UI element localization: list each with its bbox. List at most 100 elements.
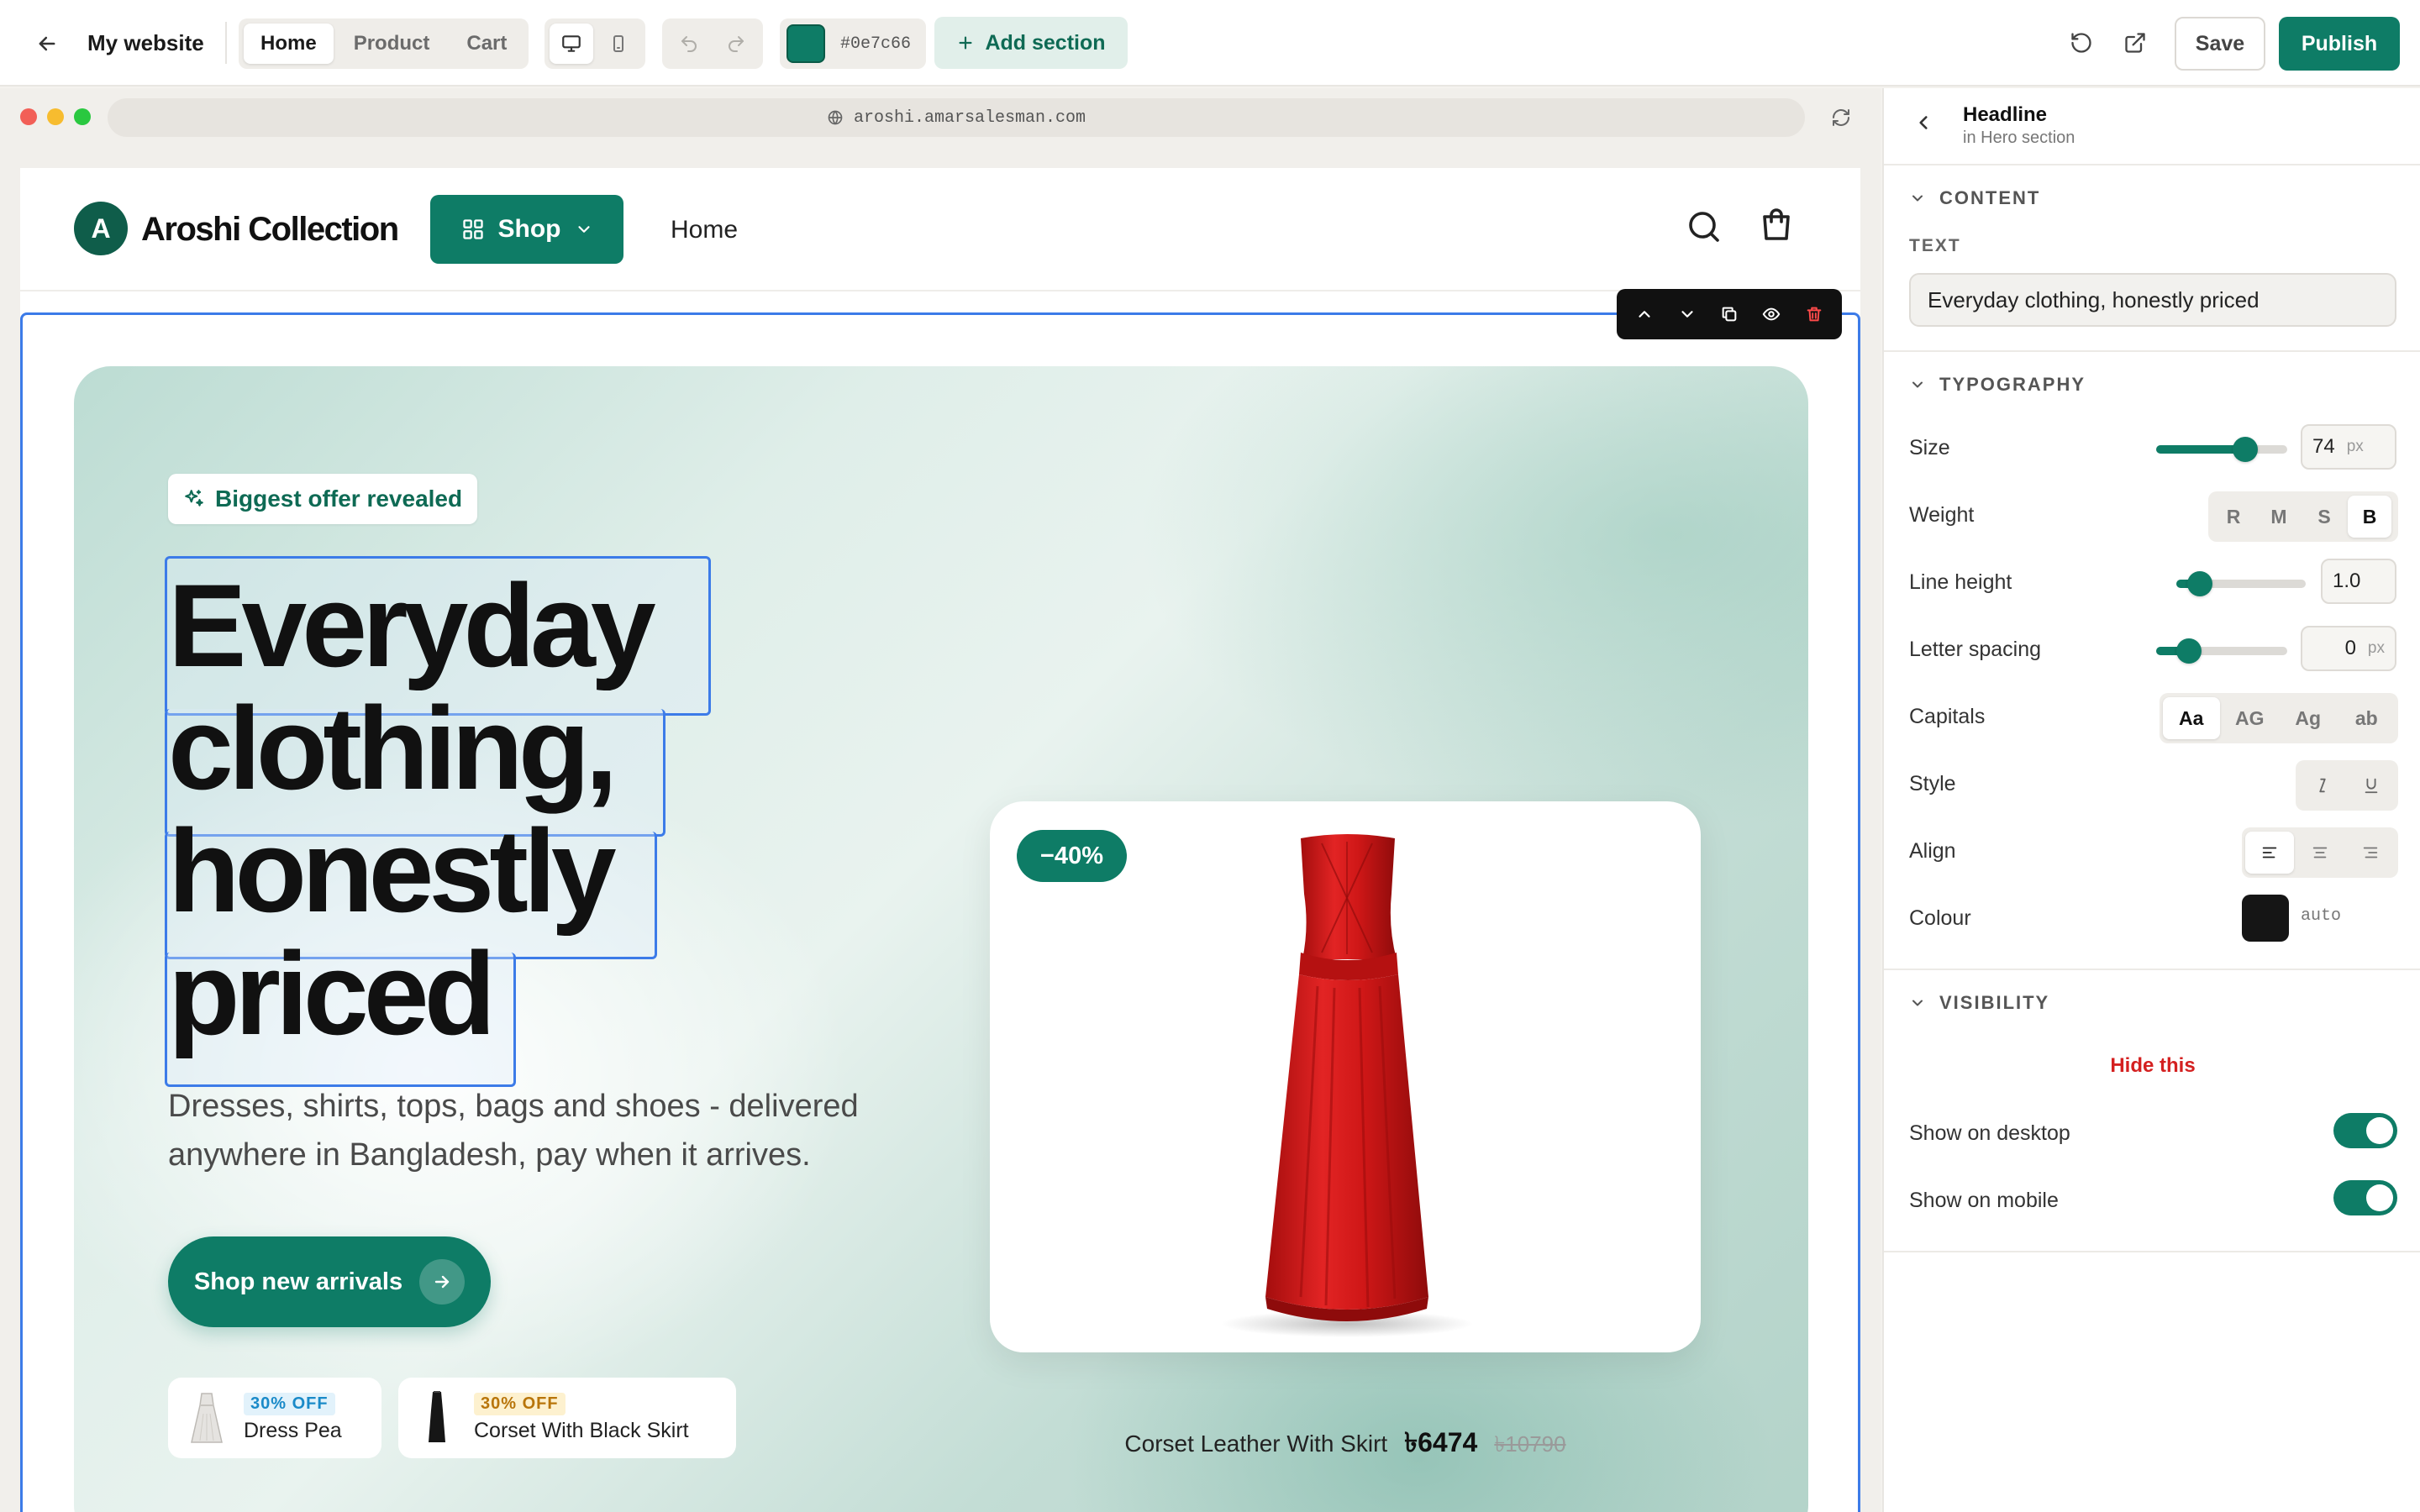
grid-icon	[462, 219, 483, 239]
slider-knob[interactable]	[2233, 437, 2259, 462]
italic-button[interactable]	[2299, 764, 2346, 806]
slider-knob[interactable]	[2186, 571, 2212, 596]
nav-link-home[interactable]: Home	[671, 213, 738, 247]
underline-button[interactable]	[2348, 764, 2395, 806]
slider-knob[interactable]	[2176, 638, 2202, 664]
headline-text-input[interactable]: Everyday clothing, honestly priced	[1909, 273, 2396, 327]
style-label: Style	[1909, 772, 1956, 795]
colour-swatch[interactable]	[2242, 895, 2289, 942]
weight-option-bold[interactable]: B	[2348, 496, 2391, 538]
align-label: Align	[1909, 839, 1956, 863]
move-down-button[interactable]	[1678, 305, 1697, 323]
align-left-button[interactable]	[2245, 832, 2294, 874]
capitals-option-lowercase[interactable]: ab	[2338, 697, 2396, 739]
show-desktop-label: Show on desktop	[1909, 1121, 2070, 1145]
letter-spacing-value: 0	[2344, 637, 2356, 659]
content-section-toggle[interactable]: CONTENT	[1909, 187, 2040, 209]
browser-chrome: aroshi.amarsalesman.com	[0, 88, 1881, 147]
desktop-view-button[interactable]	[550, 24, 593, 64]
section-toolbar	[1617, 289, 1842, 339]
letter-spacing-label: Letter spacing	[1909, 638, 2042, 661]
panel-back-button[interactable]	[1912, 112, 1934, 134]
chevron-down-icon	[1681, 311, 1693, 318]
section-selection-outline	[20, 312, 1860, 1512]
reload-button[interactable]	[1820, 97, 1862, 139]
header-divider	[20, 290, 1860, 291]
weight-option-regular[interactable]: R	[2212, 496, 2255, 538]
capitals-label: Capitals	[1909, 705, 1986, 728]
divider	[1884, 164, 2420, 165]
chevron-down-icon	[1912, 381, 1923, 388]
letter-spacing-input[interactable]: 0 px	[2301, 626, 2396, 671]
theme-color-picker[interactable]: #0e7c66	[780, 18, 927, 69]
chevron-down-icon	[1912, 195, 1923, 202]
globe-icon	[828, 110, 843, 125]
theme-color-swatch	[786, 24, 825, 63]
size-slider[interactable]	[2156, 437, 2287, 462]
align-center-button[interactable]	[2296, 832, 2344, 874]
search-button[interactable]	[1684, 207, 1724, 247]
move-up-button[interactable]	[1635, 305, 1654, 323]
page-tab-home[interactable]: Home	[244, 24, 334, 64]
show-desktop-toggle[interactable]	[2333, 1113, 2397, 1148]
duplicate-button[interactable]	[1720, 305, 1739, 323]
line-height-slider[interactable]	[2176, 571, 2306, 596]
toggle-knob	[2366, 1117, 2393, 1144]
chevron-down-icon	[1912, 1000, 1923, 1006]
capitals-option-title[interactable]: Ag	[2280, 697, 2337, 739]
align-right-button[interactable]	[2346, 832, 2395, 874]
hide-element-button[interactable]: Hide this	[1884, 1054, 2420, 1078]
divider	[225, 22, 227, 64]
visibility-section-toggle[interactable]: VISIBILITY	[1909, 992, 2049, 1014]
size-unit: px	[2346, 438, 2364, 455]
colour-value: auto	[2301, 906, 2342, 926]
align-right-icon	[2363, 847, 2378, 858]
weight-option-semibold[interactable]: S	[2302, 496, 2346, 538]
editor-topbar: My website Home Product Cart #0e7c66 Add…	[0, 0, 2420, 87]
content-section-label: CONTENT	[1939, 187, 2041, 208]
divider	[1884, 1251, 2420, 1252]
line-height-input[interactable]: 1.0	[2321, 559, 2396, 604]
line-height-label: Line height	[1909, 570, 2012, 594]
capitals-selector: Aa AG Ag ab	[2160, 693, 2398, 743]
address-bar[interactable]: aroshi.amarsalesman.com	[108, 98, 1805, 137]
reset-button[interactable]	[2060, 22, 2102, 64]
back-button[interactable]	[29, 25, 66, 62]
capitals-option-uppercase[interactable]: AG	[2222, 697, 2279, 739]
show-mobile-label: Show on mobile	[1909, 1189, 2059, 1212]
shop-label: Shop	[497, 215, 561, 243]
mobile-view-button[interactable]	[597, 24, 640, 64]
chevron-up-icon	[1639, 311, 1650, 318]
letter-spacing-slider[interactable]	[2156, 638, 2287, 664]
toggle-knob	[2366, 1184, 2393, 1211]
weight-option-medium[interactable]: M	[2257, 496, 2301, 538]
capitals-option-sentence[interactable]: Aa	[2163, 697, 2220, 739]
save-button[interactable]: Save	[2175, 17, 2265, 71]
typography-section-toggle[interactable]: TYPOGRAPHY	[1909, 374, 2086, 396]
cart-button[interactable]	[1756, 205, 1797, 245]
redo-button[interactable]	[714, 24, 758, 64]
size-input[interactable]: 74 px	[2301, 424, 2396, 470]
undo-button[interactable]	[667, 24, 711, 64]
size-label: Size	[1909, 436, 1950, 459]
theme-color-hex: #0e7c66	[840, 34, 912, 54]
window-close-dot	[20, 108, 37, 125]
add-section-label: Add section	[985, 30, 1106, 55]
page-tab-cart[interactable]: Cart	[450, 24, 523, 64]
letter-spacing-unit: px	[2367, 639, 2385, 657]
open-preview-button[interactable]	[2114, 22, 2156, 64]
divider	[1884, 350, 2420, 352]
delete-button[interactable]	[1805, 305, 1823, 323]
brand-name[interactable]: Aroshi Collection	[141, 208, 399, 250]
window-minimize-dot	[47, 108, 64, 125]
page-tab-product[interactable]: Product	[337, 24, 447, 64]
underline-icon	[2365, 778, 2378, 794]
show-mobile-toggle[interactable]	[2333, 1180, 2397, 1215]
trash-icon	[1807, 307, 1822, 322]
add-section-button[interactable]: Add section	[934, 17, 1128, 69]
url-text: aroshi.amarsalesman.com	[853, 108, 1086, 128]
shop-menu-button[interactable]: Shop	[430, 195, 623, 264]
toggle-visibility-button[interactable]	[1762, 305, 1781, 323]
rotate-ccw-icon	[2071, 33, 2091, 53]
publish-button[interactable]: Publish	[2279, 17, 2400, 71]
